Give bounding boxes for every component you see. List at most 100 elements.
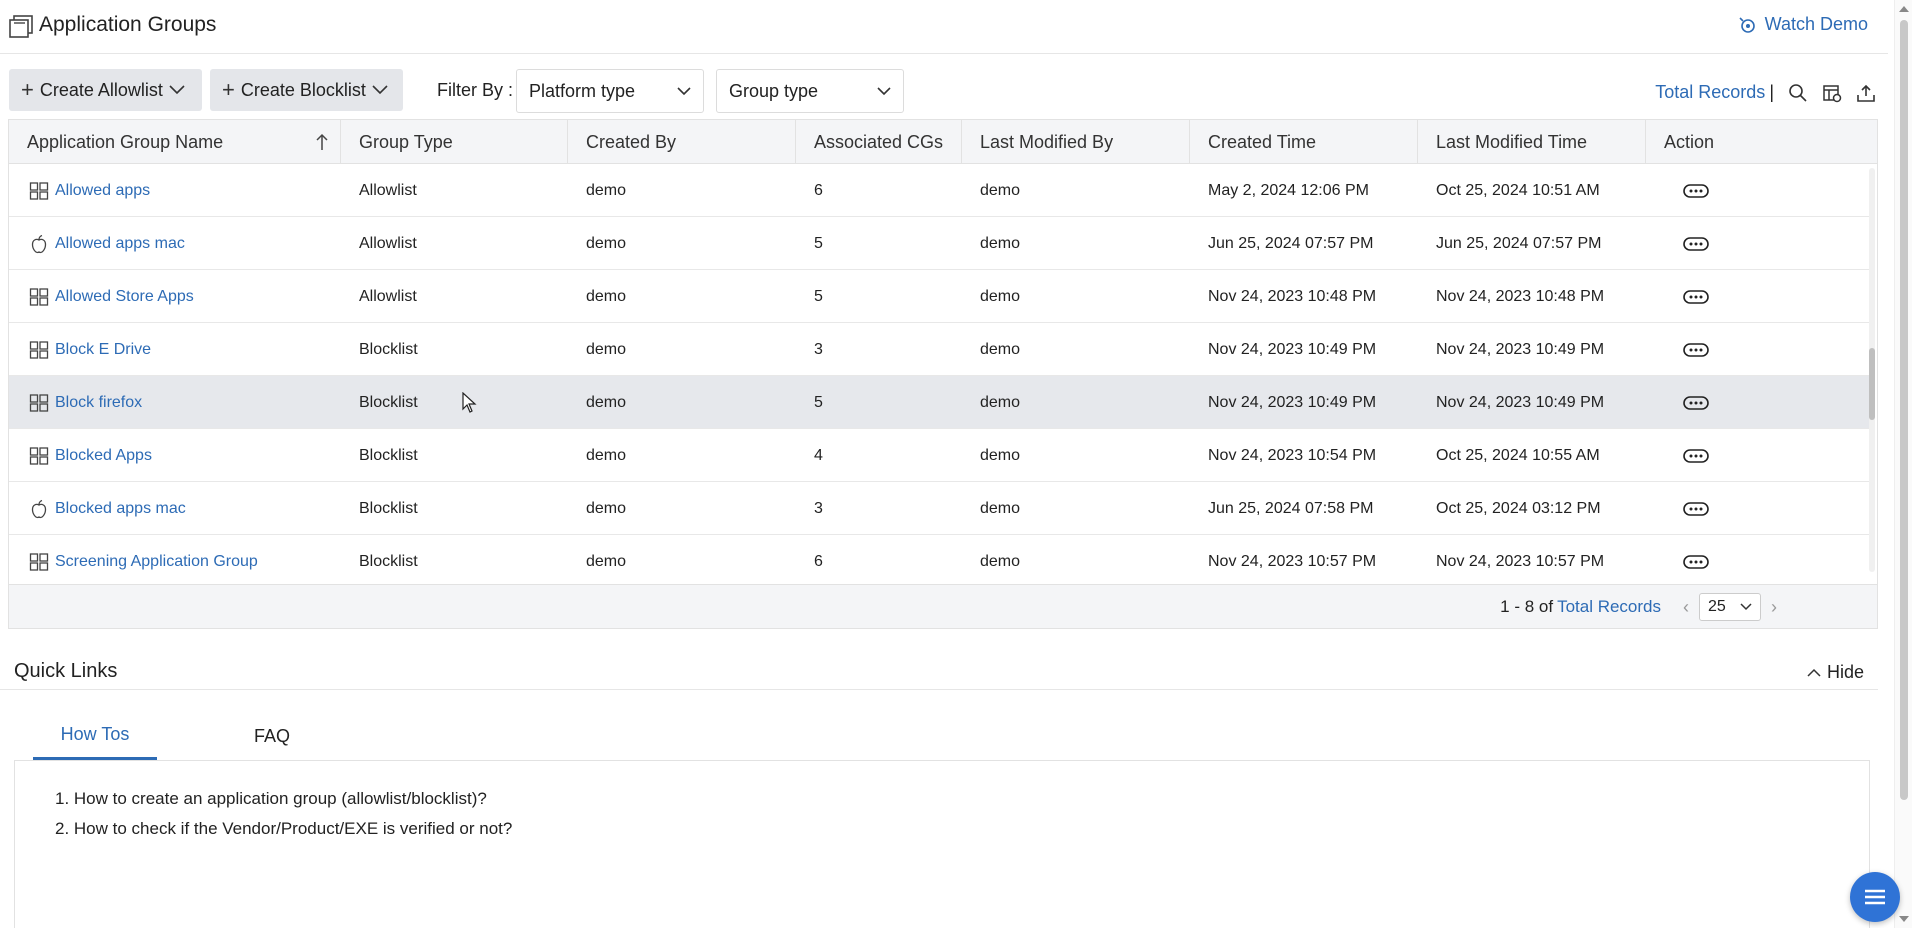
cell-action <box>1665 217 1709 270</box>
demo-gear-icon <box>1739 16 1755 33</box>
watch-demo-link[interactable]: Watch Demo <box>1737 14 1868 35</box>
column-settings-icon[interactable] <box>1822 83 1842 103</box>
chevron-up-icon <box>1807 668 1821 677</box>
total-records-link[interactable]: Total Records <box>1655 82 1765 103</box>
toolbar-actions: Total Records | <box>1655 82 1876 103</box>
cell-last-modified-by: demo <box>980 499 1021 517</box>
cell-last-modified-by: demo <box>980 181 1021 199</box>
windows-icon <box>29 340 49 360</box>
column-header-label: Last Modified By <box>980 131 1114 152</box>
more-options-icon[interactable] <box>1683 448 1709 463</box>
cell-action <box>1665 376 1709 429</box>
cell-created-by: demo <box>586 393 627 411</box>
column-header-name[interactable]: Application Group Name <box>9 120 341 164</box>
table-scrollbar-thumb[interactable] <box>1869 348 1875 420</box>
table-row[interactable]: Blocked apps mac Blocklist demo 3 demo Jun 25… <box>9 482 1869 535</box>
table-scrollbar[interactable] <box>1869 168 1875 572</box>
apple-icon <box>29 499 49 519</box>
table-row[interactable]: Block firefox Blocklist demo 5 demo Nov 24, 2… <box>9 376 1869 429</box>
group-name-link[interactable]: Screening Application Group <box>55 553 258 571</box>
hide-quick-links-button[interactable]: Hide <box>1807 662 1864 683</box>
more-options-icon[interactable] <box>1683 554 1709 569</box>
separator: | <box>1769 82 1774 102</box>
cell-last-modified-time: Nov 24, 2023 10:49 PM <box>1436 340 1605 358</box>
search-icon[interactable] <box>1788 83 1808 103</box>
tab-faq[interactable]: FAQ <box>210 712 334 760</box>
cell-name: Allowed Store Apps <box>9 270 341 323</box>
create-allowlist-button[interactable]: + Create Allowlist <box>9 69 202 111</box>
next-page-icon[interactable]: › <box>1771 597 1777 618</box>
group-name-link[interactable]: Block E Drive <box>55 341 151 359</box>
group-name-link[interactable]: Allowed Store Apps <box>55 288 194 306</box>
scroll-down-icon[interactable] <box>1899 916 1909 922</box>
table-row[interactable]: Allowed Store Apps Allowlist demo 5 demo Nov … <box>9 270 1869 323</box>
tab-how-tos[interactable]: How Tos <box>33 712 157 760</box>
cell-created-by: demo <box>586 446 627 464</box>
group-name-link[interactable]: Blocked apps mac <box>55 500 186 518</box>
cell-last-modified-by: demo <box>980 393 1021 411</box>
export-icon[interactable] <box>1856 83 1876 103</box>
cell-action <box>1665 535 1709 584</box>
cell-group-type: Allowlist <box>359 181 417 199</box>
quick-links-title: Quick Links <box>14 660 118 682</box>
create-blocklist-button[interactable]: + Create Blocklist <box>210 69 403 111</box>
how-to-item[interactable]: 2. How to check if the Vendor/Product/EX… <box>55 819 512 839</box>
toolbar: + Create Allowlist + Create Blocklist Fi… <box>0 68 1888 116</box>
more-options-icon[interactable] <box>1683 236 1709 251</box>
cell-name: Block E Drive <box>9 323 341 376</box>
cell-associated-cgs: 6 <box>814 552 823 570</box>
page-scrollbar[interactable] <box>1894 0 1912 928</box>
cell-action <box>1665 429 1709 482</box>
more-options-icon[interactable] <box>1683 395 1709 410</box>
column-header-group-type[interactable]: Group Type <box>341 120 568 164</box>
cell-created-by: demo <box>586 552 627 570</box>
page-title: Application Groups <box>39 13 217 36</box>
more-options-icon[interactable] <box>1683 289 1709 304</box>
cell-name: Blocked apps mac <box>9 482 341 535</box>
column-header-created-by[interactable]: Created By <box>568 120 796 164</box>
group-name-link[interactable]: Allowed apps <box>55 182 150 200</box>
page-scrollbar-thumb[interactable] <box>1900 20 1908 800</box>
sort-ascending-icon[interactable] <box>314 132 330 152</box>
platform-type-select[interactable]: Platform type <box>516 69 704 113</box>
more-options-icon[interactable] <box>1683 342 1709 357</box>
pagination-total-records-link[interactable]: Total Records <box>1557 597 1661 617</box>
column-header-last-modified-time[interactable]: Last Modified Time <box>1418 120 1646 164</box>
column-header-created-time[interactable]: Created Time <box>1190 120 1418 164</box>
application-groups-icon <box>9 15 33 38</box>
cell-associated-cgs: 5 <box>814 287 823 305</box>
how-to-item[interactable]: 1. How to create an application group (a… <box>55 789 512 809</box>
cell-group-type: Blocklist <box>359 393 418 411</box>
table-row[interactable]: Allowed apps Allowlist demo 6 demo May 2, 202… <box>9 164 1869 217</box>
cell-created-time: Jun 25, 2024 07:58 PM <box>1208 499 1374 517</box>
scroll-up-icon[interactable] <box>1899 6 1909 12</box>
more-options-icon[interactable] <box>1683 501 1709 516</box>
column-header-label: Group Type <box>359 131 453 152</box>
menu-fab-button[interactable] <box>1850 872 1900 922</box>
cell-last-modified-by: demo <box>980 234 1021 252</box>
cell-created-by: demo <box>586 234 627 252</box>
table-row[interactable]: Allowed apps mac Allowlist demo 5 demo Jun 25… <box>9 217 1869 270</box>
cell-group-type: Blocklist <box>359 340 418 358</box>
platform-type-value: Platform type <box>529 80 636 101</box>
table-row[interactable]: Screening Application Group Blocklist demo… <box>9 535 1869 584</box>
quick-links-tabs: How Tos FAQ <box>14 712 1870 760</box>
cell-created-time: May 2, 2024 12:06 PM <box>1208 181 1369 199</box>
page-size-select[interactable]: 25 <box>1699 593 1761 621</box>
table-row[interactable]: Block E Drive Blocklist demo 3 demo Nov 24, 2… <box>9 323 1869 376</box>
column-header-action: Action <box>1646 120 1879 164</box>
windows-icon <box>29 393 49 413</box>
column-header-last-modified-by[interactable]: Last Modified By <box>962 120 1190 164</box>
group-type-select[interactable]: Group type <box>716 69 904 113</box>
more-options-icon[interactable] <box>1683 183 1709 198</box>
column-header-associated-cgs[interactable]: Associated CGs <box>796 120 962 164</box>
windows-icon <box>29 446 49 466</box>
prev-page-icon[interactable]: ‹ <box>1683 597 1689 618</box>
cell-created-by: demo <box>586 181 627 199</box>
group-name-link[interactable]: Block firefox <box>55 394 142 412</box>
windows-icon <box>29 552 49 572</box>
group-name-link[interactable]: Allowed apps mac <box>55 235 185 253</box>
cell-associated-cgs: 5 <box>814 393 823 411</box>
group-name-link[interactable]: Blocked Apps <box>55 447 152 465</box>
table-row[interactable]: Blocked Apps Blocklist demo 4 demo Nov 24, 20… <box>9 429 1869 482</box>
